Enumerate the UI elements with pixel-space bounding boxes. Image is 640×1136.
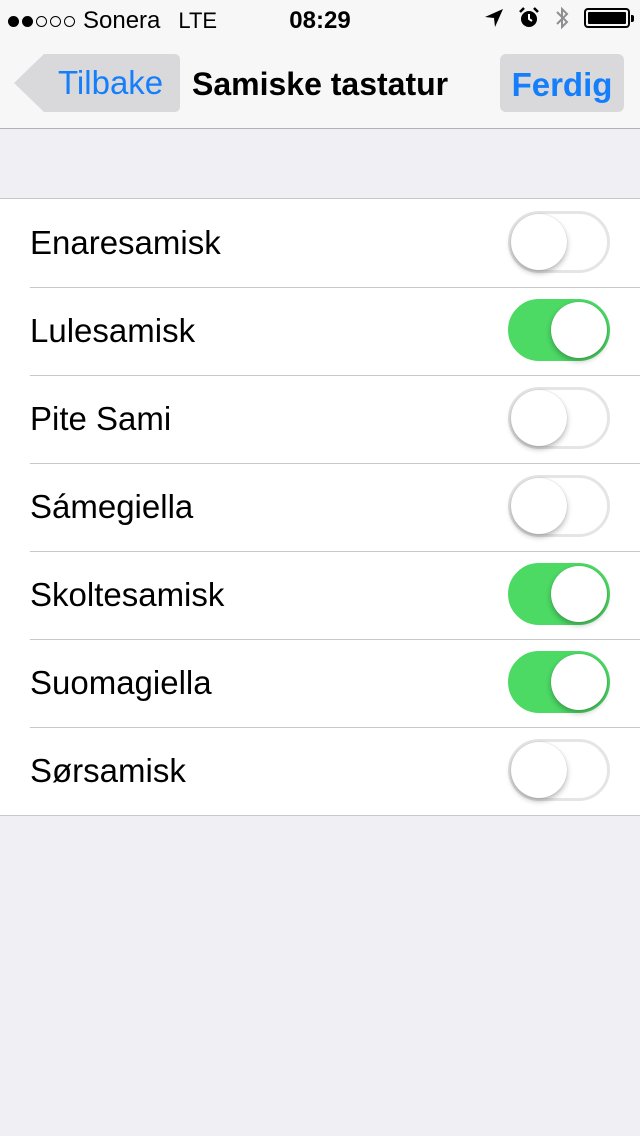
back-button-label: Tilbake [58, 64, 164, 101]
list-item-label: Lulesamisk [30, 312, 196, 349]
list-item-pite-sami: Pite Sami [0, 375, 640, 463]
list-item-label: Pite Sami [30, 400, 172, 437]
alarm-clock-icon [519, 7, 539, 27]
list-item-label: Skoltesamisk [30, 576, 225, 613]
list-item-lulesamisk: Lulesamisk [0, 287, 640, 375]
toggle-knob [511, 390, 567, 446]
toggle-switch[interactable] [508, 387, 610, 449]
navigation-bar: Tilbake Samiske tastatur Ferdig [0, 40, 640, 129]
toggle-switch[interactable] [508, 739, 610, 801]
page-title: Samiske tastatur [192, 66, 449, 102]
status-right [484, 6, 634, 30]
location-arrow-icon [485, 9, 503, 27]
toggle-switch[interactable] [508, 651, 610, 713]
list-item-label: Sørsamisk [30, 752, 186, 789]
list-item-label: Sámegiella [30, 488, 194, 525]
list-item-enaresamisk: Enaresamisk [0, 199, 640, 287]
list-item-sorsamisk: Sørsamisk [0, 727, 640, 815]
toggle-switch[interactable] [508, 211, 610, 273]
bluetooth-icon [556, 6, 569, 30]
toggle-knob [511, 742, 567, 798]
battery-icon [584, 8, 634, 28]
keyboard-list: Enaresamisk Lulesamisk Pite Sami Sámegie… [0, 198, 640, 816]
list-item-skoltesamisk: Skoltesamisk [0, 551, 640, 639]
toggle-knob [551, 302, 607, 358]
done-button-label: Ferdig [511, 66, 613, 103]
toggle-switch[interactable] [508, 475, 610, 537]
list-item-label: Enaresamisk [30, 224, 221, 261]
list-item-label: Suomagiella [30, 664, 212, 701]
toggle-knob [551, 654, 607, 710]
toggle-knob [511, 214, 567, 270]
toggle-knob [511, 478, 567, 534]
toggle-knob [551, 566, 607, 622]
toggle-switch[interactable] [508, 299, 610, 361]
done-button[interactable]: Ferdig [500, 54, 624, 112]
status-bar: Sonera LTE 08:29 [0, 0, 640, 40]
list-item-suomagiella: Suomagiella [0, 639, 640, 727]
toggle-switch[interactable] [508, 563, 610, 625]
list-item-samegiella: Sámegiella [0, 463, 640, 551]
back-button[interactable]: Tilbake [14, 54, 180, 112]
